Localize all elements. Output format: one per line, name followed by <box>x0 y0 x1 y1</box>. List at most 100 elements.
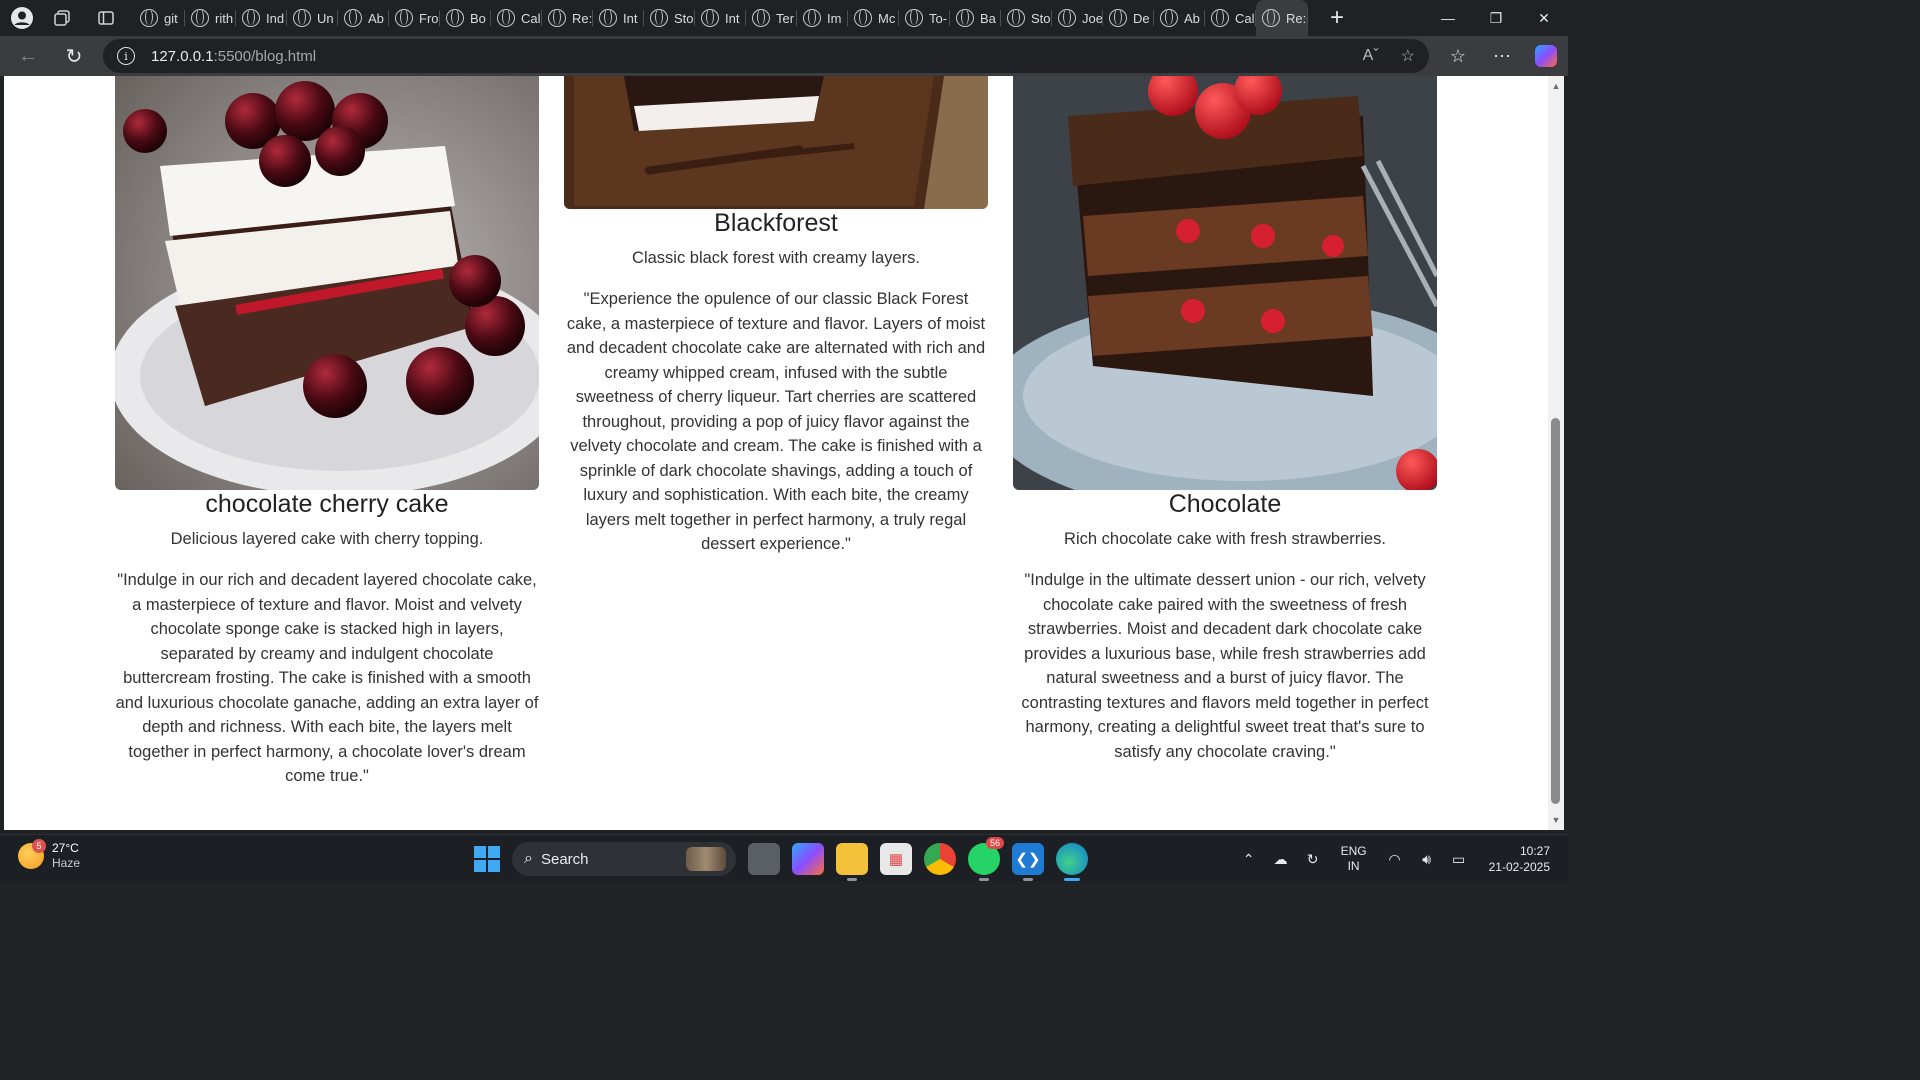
chevron-up-icon[interactable]: ⌃ <box>1233 851 1265 868</box>
frame-icon <box>395 9 413 27</box>
task-view-icon[interactable] <box>748 843 780 875</box>
back-icon[interactable]: ← <box>6 36 50 76</box>
language-indicator[interactable]: ENG IN <box>1341 844 1367 874</box>
tab-bar: git rith Ind Un Ab Fro Bo Cal Re: Int Sto Int Ter Im M… <box>0 0 1568 36</box>
onedrive-icon[interactable]: ☁ <box>1265 851 1297 868</box>
browser-tab[interactable]: Cal <box>1205 0 1256 36</box>
browser-tab[interactable]: De <box>1103 0 1154 36</box>
taskbar-apps: ⌕ Search ▦ 56 ❮❯ <box>474 835 1088 883</box>
chocolate-cake-image <box>1013 76 1437 490</box>
globe-icon <box>1109 9 1127 27</box>
time: 10:27 <box>1519 844 1550 858</box>
browser-tab[interactable]: rith <box>185 0 236 36</box>
card-title: chocolate cherry cake <box>205 490 449 518</box>
browser-tab[interactable]: Ba <box>950 0 1001 36</box>
card-description: "Indulge in the ultimate dessert union -… <box>1021 571 1429 761</box>
browser-tab[interactable]: Mc <box>848 0 899 36</box>
browser-tab[interactable]: Ab <box>1154 0 1205 36</box>
browser-tab[interactable]: To- <box>899 0 950 36</box>
clock[interactable]: 10:27 21-02-2025 <box>1489 843 1550 875</box>
restore-icon[interactable]: ❐ <box>1472 0 1520 36</box>
weather-widget[interactable]: 5 27°C Haze <box>18 839 80 871</box>
lang-code: ENG <box>1340 844 1367 858</box>
tab-label: Ter <box>776 10 795 26</box>
close-window-icon[interactable]: ✕ <box>1520 0 1568 36</box>
browser-tab[interactable]: Joe <box>1052 0 1103 36</box>
card-subtitle: Classic black forest with creamy layers. <box>632 249 920 267</box>
new-tab-button[interactable]: + <box>1322 4 1352 32</box>
scroll-up-icon[interactable]: ▲ <box>1548 78 1564 94</box>
tab-strip: git rith Ind Un Ab Fro Bo Cal Re: Int Sto Int Ter Im M… <box>134 0 1308 36</box>
profile-icon[interactable] <box>8 4 36 32</box>
tab-label: Im <box>827 10 842 26</box>
globe-icon <box>803 9 821 27</box>
microsoft-store-icon[interactable]: ▦ <box>880 843 912 875</box>
search-icon: ⌕ <box>524 850 533 867</box>
copilot-icon[interactable] <box>1535 45 1557 67</box>
scroll-down-icon[interactable]: ▼ <box>1548 812 1564 828</box>
browser-tab[interactable]: git <box>134 0 185 36</box>
browser-tab[interactable]: Int <box>695 0 746 36</box>
notification-badge: 5 <box>32 839 46 853</box>
site-info-icon[interactable]: i <box>117 47 135 65</box>
browser-tab[interactable]: Ab <box>338 0 389 36</box>
copilot-app-icon[interactable] <box>792 843 824 875</box>
volume-icon[interactable]: 🔊︎ <box>1411 851 1443 868</box>
tab-label: Ind <box>266 10 285 26</box>
browser-tab[interactable]: Cal <box>491 0 542 36</box>
vertical-tabs-icon[interactable] <box>92 4 120 32</box>
whatsapp-badge: 56 <box>985 837 1004 849</box>
wifi-icon[interactable]: ◠ <box>1379 851 1411 868</box>
favorite-star-icon[interactable]: ☆ <box>1401 46 1415 66</box>
tab-label: Re: <box>1286 10 1307 26</box>
browser-tab[interactable]: Sto <box>1001 0 1052 36</box>
vertical-scrollbar[interactable]: ▲ ▼ <box>1548 76 1564 830</box>
browser-tab[interactable]: Re:× <box>1256 0 1308 36</box>
favorites-icon[interactable]: ☆ <box>1436 46 1480 67</box>
battery-icon[interactable]: ▭ <box>1443 851 1475 868</box>
start-button-icon[interactable] <box>474 846 500 872</box>
workspaces-icon[interactable] <box>48 4 76 32</box>
edge-icon[interactable] <box>1056 843 1088 881</box>
card-description: "Experience the opulence of our classic … <box>566 290 986 553</box>
address-bar[interactable]: i 127.0.0.1:5500/blog.html Aˇ ☆ <box>103 39 1429 73</box>
card-title: Blackforest <box>714 209 838 237</box>
read-aloud-icon[interactable]: Aˇ <box>1363 47 1379 65</box>
globe-icon <box>650 9 668 27</box>
tab-label: Fro <box>419 10 439 26</box>
tab-label: Ba <box>980 10 996 26</box>
globe-icon <box>242 9 260 27</box>
date: 21-02-2025 <box>1488 860 1550 874</box>
browser-tab[interactable]: Ter <box>746 0 797 36</box>
more-menu-icon[interactable]: ⋯ <box>1480 46 1524 67</box>
vscode-icon[interactable]: ❮❯ <box>1012 843 1044 881</box>
globe-icon <box>1058 9 1076 27</box>
sync-icon[interactable]: ↻ <box>1297 851 1329 868</box>
globe-icon <box>956 9 974 27</box>
card-subtitle: Rich chocolate cake with fresh strawberr… <box>1064 530 1386 548</box>
chrome-icon[interactable] <box>924 843 956 875</box>
browser-tab[interactable]: Im <box>797 0 848 36</box>
card-description: "Indulge in our rich and decadent layere… <box>115 571 539 785</box>
tab-label: rith <box>215 10 234 26</box>
globe-icon <box>1160 9 1178 27</box>
minimize-icon[interactable]: — <box>1424 0 1472 36</box>
scrollbar-thumb[interactable] <box>1551 418 1560 804</box>
globe-icon <box>1262 9 1280 27</box>
browser-tab[interactable]: Fro <box>389 0 440 36</box>
browser-tab[interactable]: Ind <box>236 0 287 36</box>
whatsapp-icon[interactable]: 56 <box>968 837 1004 881</box>
browser-tab[interactable]: Int <box>593 0 644 36</box>
file-explorer-icon[interactable] <box>836 843 868 881</box>
browser-tab[interactable]: Bo <box>440 0 491 36</box>
taskbar-search[interactable]: ⌕ Search <box>512 842 736 876</box>
tab-label: Mc <box>878 10 896 26</box>
refresh-icon[interactable]: ↻ <box>52 36 96 76</box>
browser-tab[interactable]: Sto <box>644 0 695 36</box>
browser-tab[interactable]: Un <box>287 0 338 36</box>
toolbar-actions: ☆ ⋯ <box>1436 36 1568 76</box>
globe-icon <box>1211 9 1229 27</box>
browser-tab[interactable]: Re: <box>542 0 593 36</box>
card-subtitle: Delicious layered cake with cherry toppi… <box>170 530 484 548</box>
taskbar: 5 27°C Haze ⌕ Search ▦ 56 ❮❯ ⌃ ☁ ↻ ENG I <box>0 834 1568 882</box>
